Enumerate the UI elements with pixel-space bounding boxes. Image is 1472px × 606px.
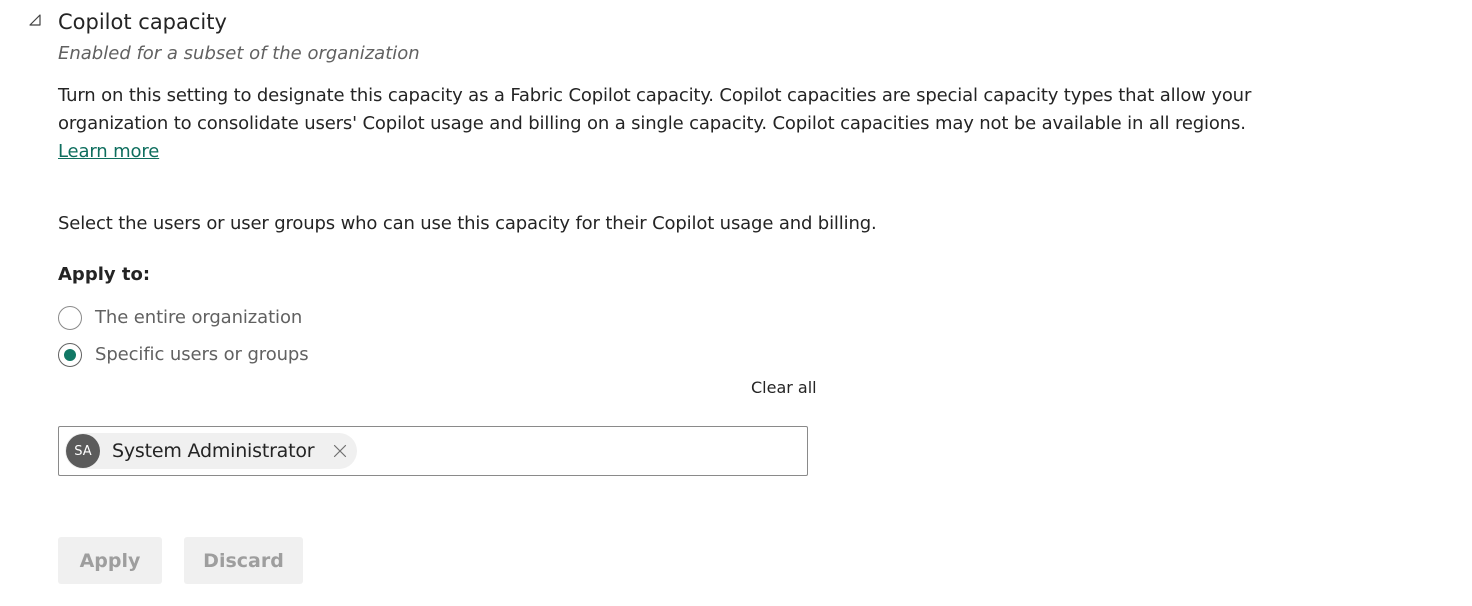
select-users-instruction: Select the users or user groups who can … [58, 213, 877, 234]
close-icon[interactable] [331, 442, 349, 460]
avatar: SA [66, 434, 100, 468]
learn-more-link[interactable]: Learn more [58, 141, 159, 162]
description-text: Turn on this setting to designate this c… [58, 85, 1252, 134]
radio-button-checked[interactable] [58, 343, 82, 367]
apply-button[interactable]: Apply [58, 537, 162, 584]
radio-button-unchecked[interactable] [58, 306, 82, 330]
apply-to-label: Apply to: [58, 264, 151, 285]
radio-selected-dot [64, 349, 76, 361]
discard-button[interactable]: Discard [184, 537, 303, 584]
user-chip-name: System Administrator [112, 440, 315, 462]
radio-specific-users[interactable]: Specific users or groups [58, 341, 309, 369]
radio-label: The entire organization [95, 307, 303, 328]
user-chip: SA System Administrator [65, 433, 357, 469]
collapse-triangle-icon[interactable] [28, 12, 42, 26]
section-description: Turn on this setting to designate this c… [58, 82, 1258, 166]
section-subtitle: Enabled for a subset of the organization [58, 43, 420, 64]
radio-entire-organization[interactable]: The entire organization [58, 304, 302, 332]
radio-label: Specific users or groups [95, 344, 309, 365]
section-title: Copilot capacity [58, 10, 227, 34]
people-picker-input[interactable]: SA System Administrator [58, 426, 808, 476]
clear-all-link[interactable]: Clear all [751, 376, 817, 400]
